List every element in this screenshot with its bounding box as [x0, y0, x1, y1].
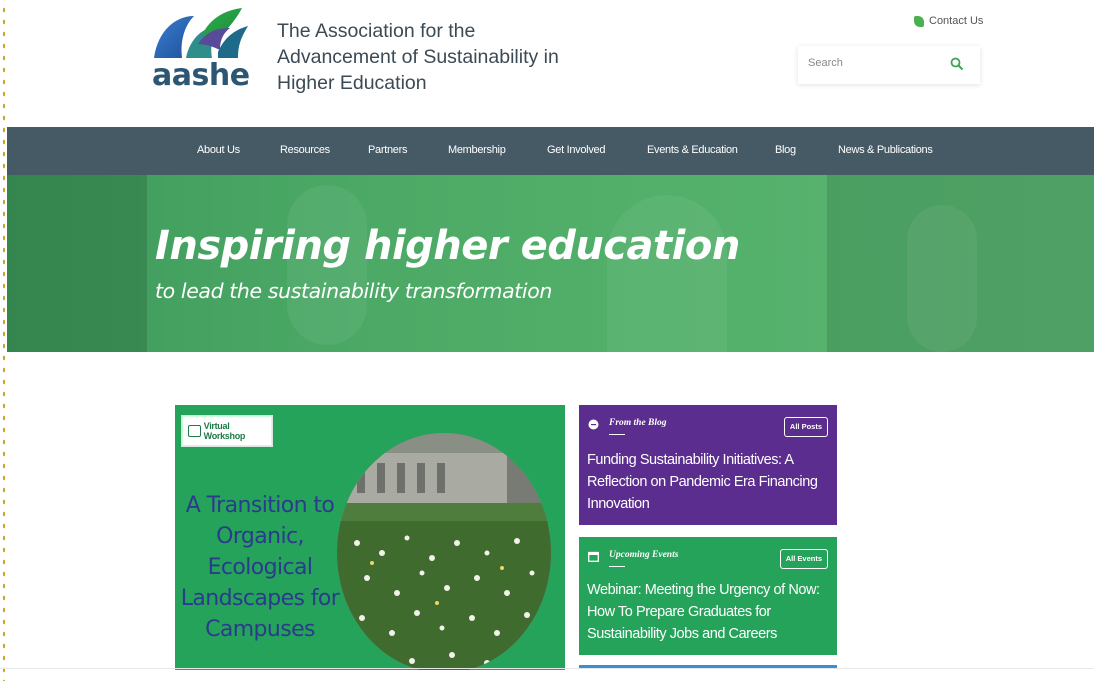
landscape-photo [337, 433, 551, 670]
feature-title[interactable]: A Transition to Organic, Ecological Land… [179, 490, 341, 645]
contact-us-label: Contact Us [929, 15, 984, 27]
blog-card[interactable]: From the Blog All Posts Funding Sustaina… [579, 405, 837, 525]
all-posts-button[interactable]: All Posts [783, 417, 828, 437]
page-divider [0, 668, 1094, 669]
nav-get-involved[interactable]: Get Involved [547, 144, 605, 156]
nav-news-publications[interactable]: News & Publications [838, 144, 933, 156]
dotted-edge [0, 0, 6, 681]
search-input[interactable] [806, 56, 940, 70]
nav-resources[interactable]: Resources [280, 144, 330, 156]
feature-card[interactable]: Virtual Workshop A Transition to Organic… [175, 405, 565, 670]
badge-label: Virtual Workshop [203, 421, 246, 441]
contact-us-link[interactable]: Contact Us [914, 15, 983, 27]
chat-icon [588, 419, 599, 430]
blog-label: From the Blog [609, 418, 667, 435]
hero-photo-figure [907, 205, 977, 352]
all-events-button[interactable]: All Events [779, 549, 828, 569]
nav-membership[interactable]: Membership [448, 144, 506, 156]
hero-photo-shade [7, 175, 147, 352]
nav-about-us[interactable]: About Us [197, 144, 240, 156]
virtual-workshop-badge: Virtual Workshop [182, 416, 272, 446]
events-label: Upcoming Events [609, 550, 679, 567]
logo-wordmark[interactable]: aashe [152, 58, 250, 93]
search-icon[interactable] [950, 57, 964, 71]
calendar-icon [588, 551, 599, 562]
event-title[interactable]: Webinar: Meeting the Urgency of Now: How… [587, 579, 827, 645]
events-card[interactable]: Upcoming Events All Events Webinar: Meet… [579, 537, 837, 655]
nav-events-education[interactable]: Events & Education [647, 144, 738, 156]
leaf-icon [914, 15, 924, 27]
hero-photo-figure [607, 195, 727, 352]
hero-title: Inspiring higher education [155, 223, 740, 269]
organization-title: The Association for the Advancement of S… [277, 20, 559, 94]
workshop-icon [188, 425, 201, 437]
main-nav: About Us Resources Partners Membership G… [7, 127, 1094, 175]
search-box[interactable] [798, 46, 980, 84]
nav-blog[interactable]: Blog [775, 144, 796, 156]
blog-post-title[interactable]: Funding Sustainability Initiatives: A Re… [587, 449, 827, 515]
hero-subtitle: to lead the sustainability transformatio… [155, 279, 552, 303]
hero-banner: Inspiring higher education to lead the s… [7, 175, 1094, 352]
nav-partners[interactable]: Partners [368, 144, 407, 156]
